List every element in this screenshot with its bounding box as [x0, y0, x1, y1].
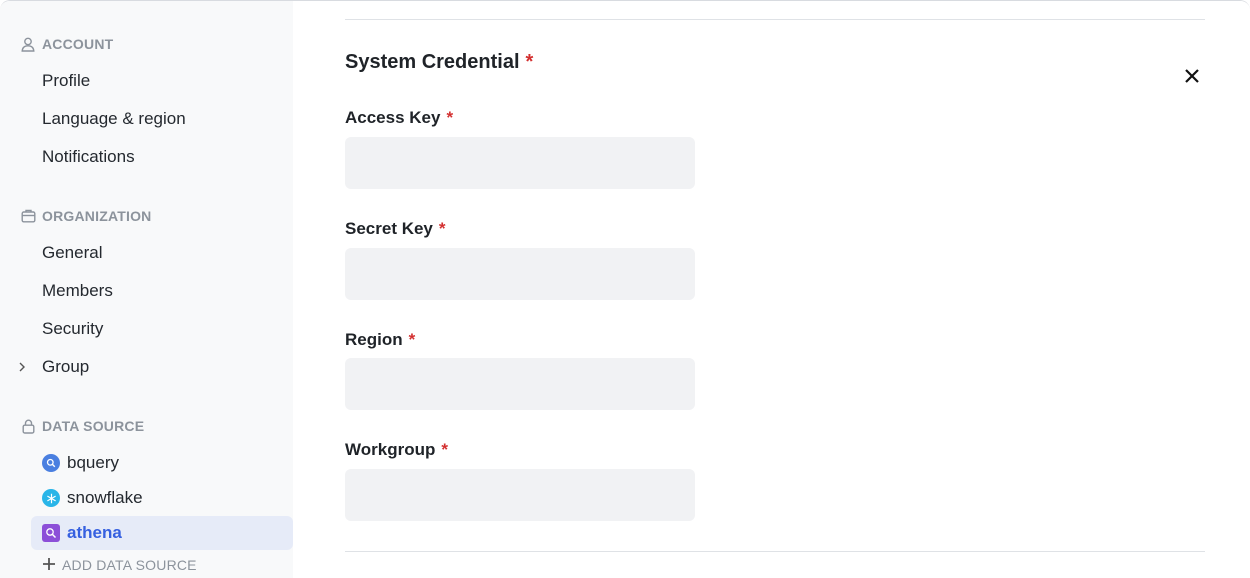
close-icon — [1185, 69, 1199, 83]
sidebar-item-security[interactable]: Security — [42, 317, 103, 341]
user-icon — [20, 36, 36, 52]
secret-key-label-text: Secret Key — [345, 219, 433, 238]
region-label-text: Region — [345, 330, 403, 349]
sidebar-item-label: athena — [67, 523, 122, 542]
section-organization-title: ORGANIZATION — [42, 208, 152, 224]
athena-icon — [42, 524, 60, 542]
settings-sidebar: ACCOUNT Profile Language & region Notifi… — [0, 1, 293, 578]
region-input[interactable] — [345, 358, 695, 410]
top-divider — [345, 19, 1205, 20]
section-account: ACCOUNT — [20, 34, 113, 54]
workgroup-label: Workgroup * — [345, 440, 448, 460]
credential-panel: System Credential * Access Key * Secret Ke… — [293, 1, 1250, 578]
sidebar-item-members[interactable]: Members — [42, 279, 113, 303]
settings-window: ACCOUNT Profile Language & region Notifi… — [0, 0, 1250, 578]
sidebar-item-athena[interactable]: athena — [31, 516, 293, 550]
access-key-label-text: Access Key — [345, 108, 441, 127]
bigquery-icon — [42, 454, 60, 472]
sidebar-item-label: snowflake — [67, 488, 143, 507]
required-mark: * — [446, 108, 454, 127]
sidebar-item-group[interactable]: Group — [42, 355, 89, 379]
section-data-source: DATA SOURCE — [20, 416, 144, 436]
bottom-divider — [345, 551, 1205, 552]
panel-title-text: System Credential — [345, 51, 520, 73]
secret-key-label: Secret Key * — [345, 219, 446, 239]
access-key-label: Access Key * — [345, 108, 453, 128]
sidebar-item-bquery[interactable]: bquery — [31, 446, 293, 480]
sidebar-item-language-region[interactable]: Language & region — [42, 107, 186, 131]
required-mark: * — [408, 330, 416, 349]
lock-icon — [20, 418, 36, 434]
required-mark: * — [441, 440, 448, 459]
required-mark: * — [525, 51, 534, 73]
secret-key-input[interactable] — [345, 248, 695, 300]
panel-title: System Credential * — [345, 51, 533, 74]
building-icon — [20, 208, 36, 224]
workgroup-input[interactable] — [345, 469, 695, 521]
sidebar-item-general[interactable]: General — [42, 241, 102, 265]
plus-icon — [42, 555, 56, 575]
required-mark: * — [438, 219, 446, 238]
access-key-input[interactable] — [345, 137, 695, 189]
sidebar-item-profile[interactable]: Profile — [42, 69, 90, 93]
section-data-source-title: DATA SOURCE — [42, 418, 145, 434]
section-account-title: ACCOUNT — [42, 36, 114, 52]
section-organization: ORGANIZATION — [20, 206, 151, 226]
workgroup-label-text: Workgroup — [345, 440, 436, 459]
region-label: Region * — [345, 330, 415, 350]
chevron-right-icon[interactable] — [16, 355, 28, 379]
add-data-source-button[interactable]: ADD DATA SOURCE — [42, 555, 197, 575]
sidebar-item-label: bquery — [67, 453, 119, 472]
sidebar-item-snowflake[interactable]: snowflake — [31, 481, 293, 515]
add-data-source-label: ADD DATA SOURCE — [62, 557, 197, 573]
snowflake-icon — [42, 489, 60, 507]
sidebar-item-notifications[interactable]: Notifications — [42, 145, 135, 169]
close-button[interactable] — [1181, 65, 1203, 87]
